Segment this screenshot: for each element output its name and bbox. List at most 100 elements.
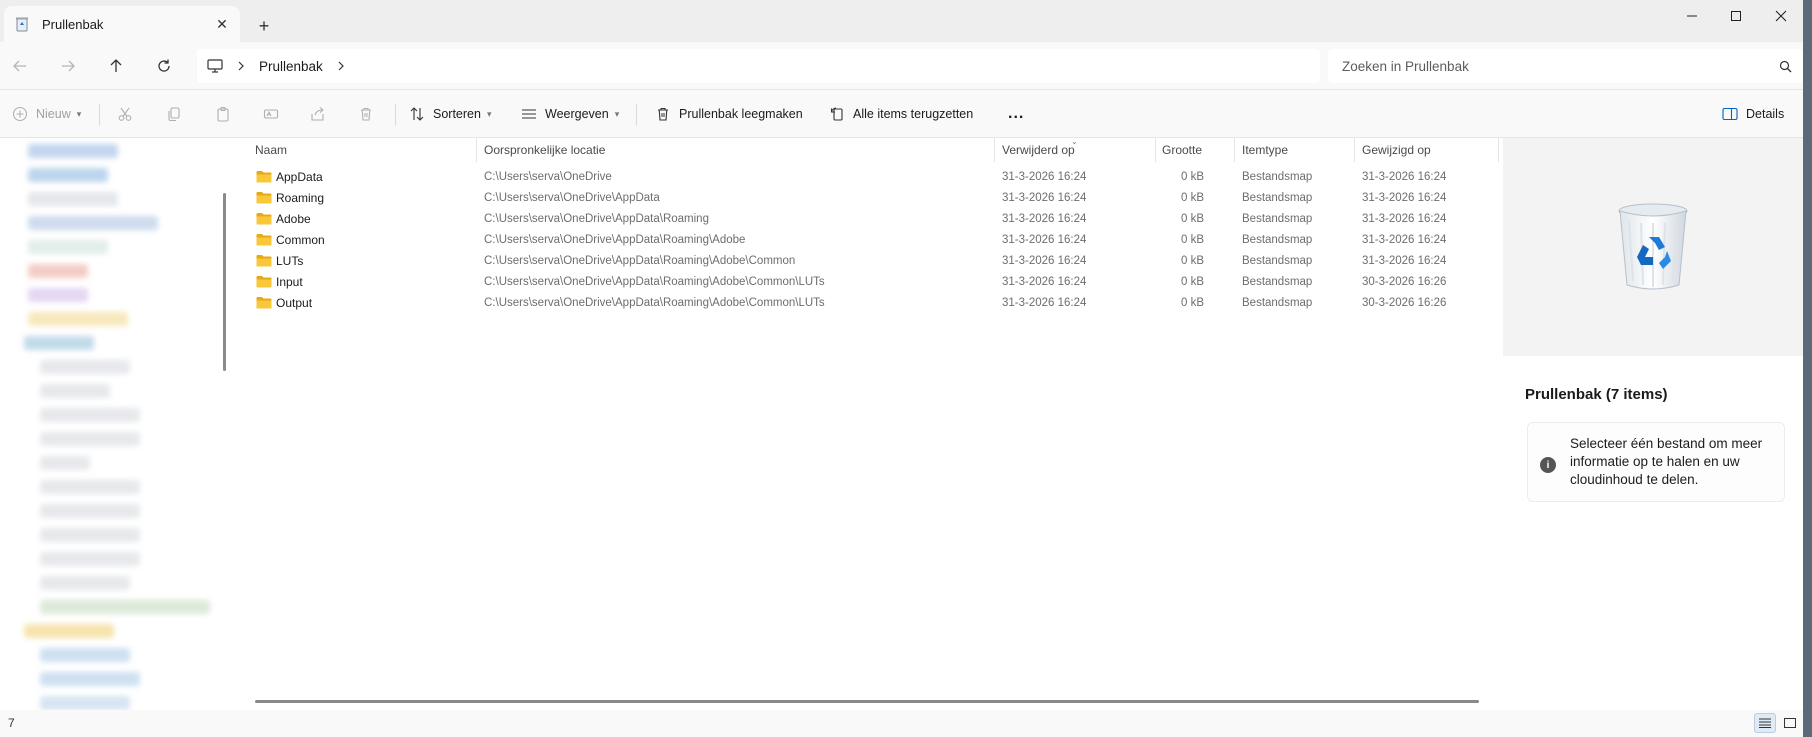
- nav-item[interactable]: [40, 696, 130, 710]
- nav-item[interactable]: [28, 192, 118, 206]
- more-options-button[interactable]: ...: [1008, 98, 1024, 130]
- table-row[interactable]: Roaming C:\Users\serva\OneDrive\AppData 31…: [238, 187, 1502, 208]
- cell-modified: 31-3-2026 16:24: [1362, 170, 1447, 183]
- table-row[interactable]: Input C:\Users\serva\OneDrive\AppData\Roa…: [238, 271, 1502, 292]
- nav-item[interactable]: [28, 168, 108, 182]
- column-header-type[interactable]: Itemtype: [1242, 138, 1288, 162]
- column-divider[interactable]: [994, 138, 995, 162]
- column-header-name[interactable]: Naam: [255, 138, 287, 162]
- column-divider[interactable]: [1354, 138, 1355, 162]
- navigation-pane[interactable]: [0, 138, 232, 718]
- details-view-icon[interactable]: [1754, 713, 1776, 733]
- cell-type: Bestandsmap: [1242, 296, 1313, 309]
- table-row[interactable]: Common C:\Users\serva\OneDrive\AppData\Ro…: [238, 229, 1502, 250]
- cell-location: C:\Users\serva\OneDrive\AppData\Roaming\…: [484, 296, 825, 309]
- nav-item[interactable]: [28, 312, 128, 326]
- sort-icon: [409, 106, 425, 122]
- search-input[interactable]: Zoeken in Prullenbak: [1328, 49, 1803, 83]
- chevron-right-icon[interactable]: [237, 61, 245, 71]
- nav-item[interactable]: [40, 384, 110, 398]
- tab-label: Prullenbak: [42, 16, 104, 32]
- chevron-right-icon[interactable]: [337, 61, 345, 71]
- breadcrumb-prullenbak[interactable]: Prullenbak: [259, 59, 323, 74]
- nav-item[interactable]: [40, 600, 210, 614]
- nav-item[interactable]: [40, 480, 140, 494]
- file-name: Input: [276, 274, 303, 289]
- column-header-modified[interactable]: Gewijzigd op: [1362, 138, 1431, 162]
- maximize-icon[interactable]: [1713, 0, 1759, 32]
- address-bar[interactable]: Prullenbak: [197, 49, 1320, 83]
- table-row[interactable]: AppData C:\Users\serva\OneDrive 31-3-2026 …: [238, 166, 1502, 187]
- chevron-down-icon: ▾: [486, 108, 492, 119]
- cell-location: C:\Users\serva\OneDrive\AppData\Roaming\…: [484, 275, 825, 288]
- table-row[interactable]: LUTs C:\Users\serva\OneDrive\AppData\Roam…: [238, 250, 1502, 271]
- nav-item[interactable]: [28, 216, 158, 230]
- sidebar-scrollbar[interactable]: [223, 193, 226, 371]
- folder-icon: [256, 234, 272, 246]
- details-title: Prullenbak (7 items): [1525, 386, 1668, 403]
- rename-icon[interactable]: [263, 98, 279, 130]
- column-header-location[interactable]: Oorspronkelijke locatie: [484, 138, 605, 162]
- cell-type: Bestandsmap: [1242, 170, 1313, 183]
- nav-item[interactable]: [28, 264, 88, 278]
- cut-icon[interactable]: [117, 98, 133, 130]
- empty-recycle-bin-button[interactable]: Prullenbak leegmaken: [655, 98, 803, 130]
- search-icon[interactable]: [1767, 60, 1803, 73]
- nav-item[interactable]: [28, 240, 108, 254]
- new-tab-button[interactable]: +: [250, 12, 278, 40]
- back-arrow-icon[interactable]: [4, 50, 36, 82]
- folder-icon: [256, 297, 272, 309]
- minimize-icon[interactable]: [1669, 0, 1715, 32]
- cell-modified: 30-3-2026 16:26: [1362, 296, 1447, 309]
- column-divider[interactable]: [1498, 138, 1499, 162]
- nav-item[interactable]: [40, 432, 140, 446]
- nav-item[interactable]: [24, 336, 94, 350]
- forward-arrow-icon[interactable]: [52, 50, 84, 82]
- file-name: LUTs: [276, 253, 304, 268]
- sort-button[interactable]: Sorteren ▾: [409, 98, 491, 130]
- close-window-icon[interactable]: [1758, 0, 1804, 32]
- nav-item[interactable]: [40, 672, 140, 686]
- new-button[interactable]: Nieuw ▾: [12, 98, 81, 130]
- copy-icon[interactable]: [166, 98, 182, 130]
- column-divider[interactable]: [476, 138, 477, 162]
- nav-item[interactable]: [40, 360, 130, 374]
- share-icon[interactable]: [310, 98, 326, 130]
- nav-item[interactable]: [28, 288, 88, 302]
- title-bar: Prullenbak ✕ +: [0, 0, 1812, 42]
- nav-item[interactable]: [40, 504, 140, 518]
- details-label: Details: [1746, 107, 1785, 121]
- column-divider[interactable]: [1234, 138, 1235, 162]
- view-button[interactable]: Weergeven ▾: [521, 98, 619, 130]
- nav-item[interactable]: [40, 528, 140, 542]
- cell-type: Bestandsmap: [1242, 233, 1313, 246]
- computer-icon[interactable]: [207, 59, 223, 73]
- table-row[interactable]: Output C:\Users\serva\OneDrive\AppData\Ro…: [238, 292, 1502, 313]
- tab-prullenbak[interactable]: Prullenbak ✕: [4, 6, 240, 42]
- nav-item[interactable]: [40, 408, 140, 422]
- table-row[interactable]: Adobe C:\Users\serva\OneDrive\AppData\Roa…: [238, 208, 1502, 229]
- file-name: Output: [276, 295, 313, 310]
- column-header-deleted[interactable]: Verwijderd op: [1002, 138, 1075, 162]
- paste-icon[interactable]: [215, 98, 231, 130]
- cell-deleted: 31-3-2026 16:24: [1002, 296, 1087, 309]
- refresh-icon[interactable]: [148, 50, 180, 82]
- details-button[interactable]: Details: [1722, 98, 1784, 130]
- nav-item[interactable]: [40, 552, 140, 566]
- tab-close-icon[interactable]: ✕: [208, 10, 236, 38]
- nav-item[interactable]: [40, 576, 130, 590]
- empty-bin-label: Prullenbak leegmaken: [679, 107, 803, 121]
- column-header-size[interactable]: Grootte: [1162, 138, 1202, 162]
- tiles-view-icon[interactable]: [1779, 713, 1801, 733]
- up-arrow-icon[interactable]: [100, 50, 132, 82]
- nav-item[interactable]: [40, 648, 130, 662]
- column-divider[interactable]: [1155, 138, 1156, 162]
- restore-all-button[interactable]: Alle items terugzetten: [829, 98, 973, 130]
- nav-item[interactable]: [24, 624, 114, 638]
- horizontal-scrollbar[interactable]: [255, 700, 1479, 703]
- nav-item[interactable]: [28, 144, 118, 158]
- cell-deleted: 31-3-2026 16:24: [1002, 212, 1087, 225]
- nav-item[interactable]: [40, 456, 90, 470]
- file-name: Common: [276, 232, 325, 247]
- delete-icon[interactable]: [358, 98, 374, 130]
